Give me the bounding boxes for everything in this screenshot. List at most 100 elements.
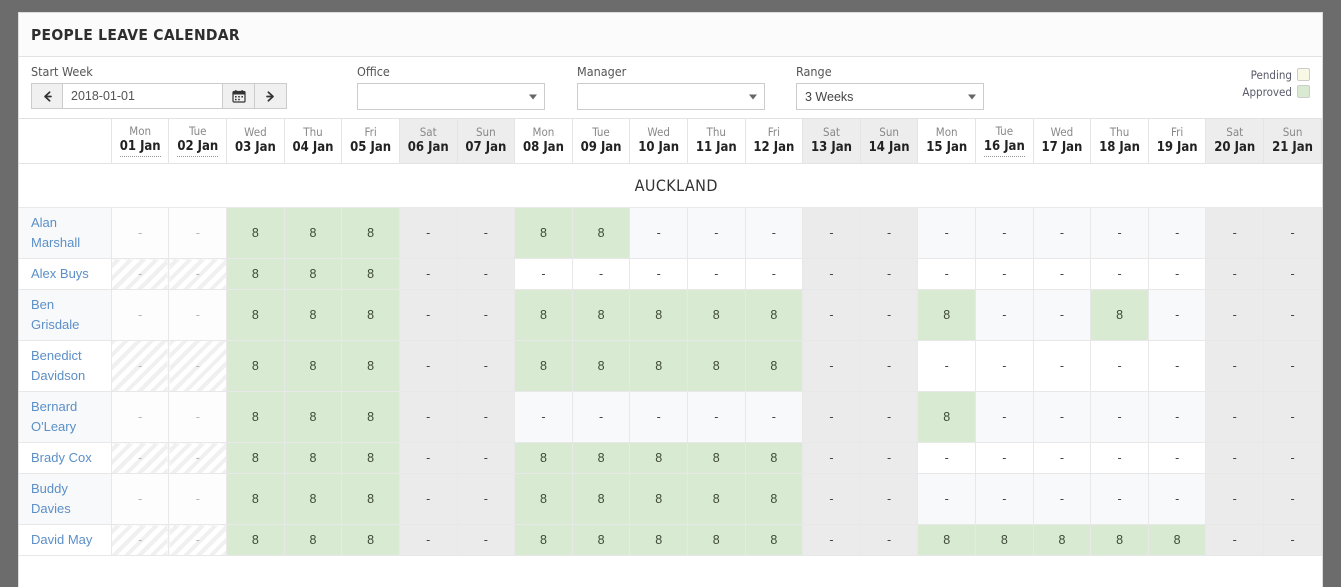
holiday-tooltip-target[interactable]: 16 Jan [983, 138, 1025, 157]
leave-cell[interactable]: 8 [514, 524, 573, 556]
leave-cell[interactable]: - [1090, 340, 1149, 392]
leave-cell[interactable]: - [398, 524, 458, 556]
leave-cell[interactable]: - [110, 473, 170, 525]
leave-cell[interactable]: - [456, 442, 516, 474]
leave-cell[interactable]: 8 [341, 258, 400, 290]
leave-cell[interactable]: - [975, 289, 1034, 341]
leave-cell[interactable]: - [1263, 207, 1322, 259]
leave-cell[interactable]: - [917, 340, 977, 392]
leave-cell[interactable]: 8 [686, 473, 746, 525]
leave-cell[interactable]: - [859, 473, 919, 525]
leave-cell[interactable]: - [859, 258, 919, 290]
leave-cell[interactable]: - [1147, 258, 1207, 290]
leave-cell[interactable]: 8 [283, 473, 343, 525]
leave-cell[interactable]: 8 [686, 340, 746, 392]
leave-cell[interactable]: 8 [514, 473, 573, 525]
leave-cell[interactable]: - [859, 391, 919, 443]
leave-cell[interactable]: - [1032, 391, 1092, 443]
leave-cell[interactable]: 8 [629, 442, 688, 474]
leave-cell[interactable]: - [168, 289, 228, 341]
leave-cell[interactable]: - [1147, 207, 1207, 259]
leave-cell[interactable]: 8 [226, 258, 285, 290]
leave-cell[interactable]: - [744, 258, 804, 290]
leave-cell[interactable]: 8 [571, 340, 631, 392]
leave-cell[interactable]: - [1090, 258, 1149, 290]
leave-cell[interactable]: 8 [1090, 524, 1149, 556]
calendar-icon[interactable] [223, 83, 255, 109]
day-date-label[interactable]: 02 Jan [169, 138, 226, 157]
leave-cell[interactable]: - [168, 340, 228, 392]
leave-cell[interactable]: 8 [744, 289, 804, 341]
leave-cell[interactable]: - [1263, 473, 1322, 525]
leave-cell[interactable]: 8 [514, 207, 573, 259]
employee-name-link[interactable]: Benedict Davidson [19, 340, 112, 392]
employee-name-link[interactable]: Alex Buys [19, 258, 112, 290]
leave-cell[interactable]: - [802, 207, 861, 259]
day-date-label[interactable]: 16 Jan [976, 138, 1033, 157]
leave-cell[interactable]: 8 [283, 391, 343, 443]
leave-cell[interactable]: - [744, 391, 804, 443]
leave-cell[interactable]: - [456, 340, 516, 392]
leave-cell[interactable]: - [110, 258, 170, 290]
leave-cell[interactable]: - [1205, 340, 1265, 392]
leave-cell[interactable]: - [1032, 340, 1092, 392]
leave-cell[interactable]: 8 [1032, 524, 1092, 556]
leave-cell[interactable]: - [1090, 473, 1149, 525]
leave-cell[interactable]: - [168, 207, 228, 259]
leave-cell[interactable]: - [1205, 442, 1265, 474]
manager-select[interactable] [577, 83, 765, 110]
leave-cell[interactable]: - [1090, 207, 1149, 259]
leave-cell[interactable]: - [110, 524, 170, 556]
leave-cell[interactable]: 8 [744, 442, 804, 474]
leave-cell[interactable]: - [110, 442, 170, 474]
range-select[interactable]: 3 Weeks [796, 83, 984, 110]
arrow-left-icon[interactable] [31, 83, 63, 109]
employee-name-link[interactable]: Brady Cox [19, 442, 112, 474]
leave-cell[interactable]: - [398, 442, 458, 474]
employee-name-link[interactable]: David May [19, 524, 112, 556]
leave-cell[interactable]: - [1205, 391, 1265, 443]
leave-cell[interactable]: - [859, 524, 919, 556]
leave-cell[interactable]: 8 [744, 524, 804, 556]
leave-cell[interactable]: - [802, 289, 861, 341]
leave-cell[interactable]: 8 [514, 289, 573, 341]
leave-cell[interactable]: - [744, 207, 804, 259]
leave-cell[interactable]: 8 [744, 340, 804, 392]
leave-cell[interactable]: - [398, 391, 458, 443]
leave-cell[interactable]: - [917, 207, 977, 259]
leave-cell[interactable]: 8 [283, 442, 343, 474]
leave-cell[interactable]: - [1090, 391, 1149, 443]
leave-cell[interactable]: - [686, 391, 746, 443]
leave-cell[interactable]: - [456, 524, 516, 556]
leave-cell[interactable]: 8 [1147, 524, 1207, 556]
leave-cell[interactable]: - [802, 473, 861, 525]
leave-cell[interactable]: 8 [226, 289, 285, 341]
leave-cell[interactable]: - [975, 473, 1034, 525]
leave-cell[interactable]: 8 [226, 340, 285, 392]
employee-name-link[interactable]: Ben Grisdale [19, 289, 112, 341]
leave-cell[interactable]: - [1263, 442, 1322, 474]
leave-cell[interactable]: - [1263, 391, 1322, 443]
leave-cell[interactable]: - [398, 207, 458, 259]
leave-cell[interactable]: - [514, 258, 573, 290]
leave-cell[interactable]: 8 [226, 524, 285, 556]
leave-cell[interactable]: - [686, 207, 746, 259]
leave-cell[interactable]: - [1032, 258, 1092, 290]
start-week-input[interactable]: 2018-01-01 [63, 83, 223, 109]
leave-cell[interactable]: - [514, 391, 573, 443]
leave-cell[interactable]: - [1263, 524, 1322, 556]
leave-cell[interactable]: - [110, 207, 170, 259]
leave-cell[interactable]: - [1205, 207, 1265, 259]
leave-cell[interactable]: - [1032, 289, 1092, 341]
leave-cell[interactable]: - [110, 391, 170, 443]
leave-cell[interactable]: - [1147, 473, 1207, 525]
leave-cell[interactable]: - [1090, 442, 1149, 474]
leave-cell[interactable]: - [917, 473, 977, 525]
leave-cell[interactable]: - [456, 473, 516, 525]
leave-cell[interactable]: - [686, 258, 746, 290]
leave-cell[interactable]: - [975, 391, 1034, 443]
leave-cell[interactable]: - [456, 258, 516, 290]
holiday-tooltip-target[interactable]: 02 Jan [177, 138, 219, 157]
leave-cell[interactable]: - [859, 340, 919, 392]
leave-cell[interactable]: 8 [283, 207, 343, 259]
